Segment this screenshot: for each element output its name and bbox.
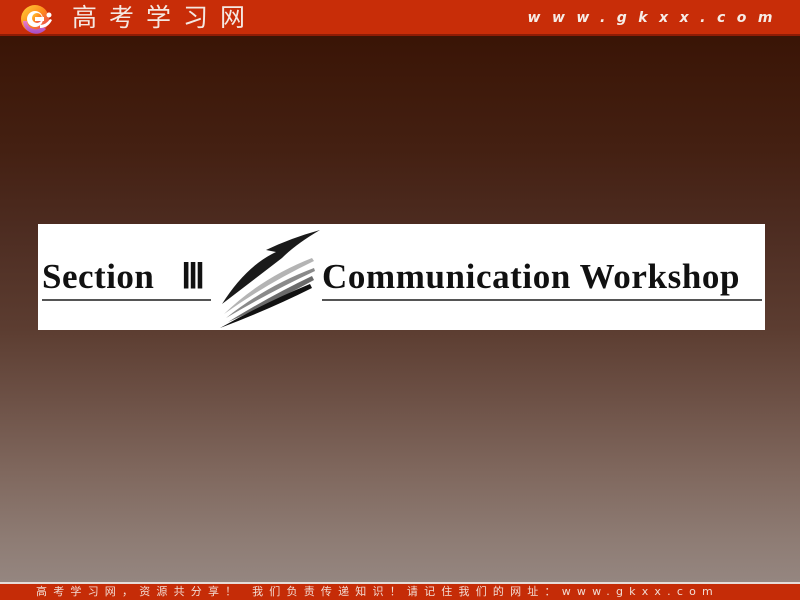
swoosh-icon (220, 230, 320, 328)
footer-bar: 高考学习网，资源共分享！ 我们负责传递知识！请记住我们的网址：www.gkxx.… (0, 584, 800, 600)
slide-background: 高考学习网 www.gkxx.com Section Ⅲ Communicati… (0, 0, 800, 600)
footer-text: 高考学习网，资源共分享！ 我们负责传递知识！请记住我们的网址：www.gkxx.… (36, 585, 719, 598)
section-label: Section (42, 257, 155, 296)
section-underline (42, 299, 211, 301)
section-numeral: Ⅲ (181, 257, 205, 296)
gkxx-logo-icon (21, 5, 52, 34)
site-url[interactable]: www.gkxx.com (528, 8, 784, 28)
title-card: Section Ⅲ Communication Workshop (38, 224, 765, 330)
header-bar: 高考学习网 www.gkxx.com (0, 0, 800, 36)
title-underline (322, 299, 762, 301)
slide-title: Communication Workshop (322, 257, 741, 296)
site-name: 高考学习网 (72, 3, 258, 32)
